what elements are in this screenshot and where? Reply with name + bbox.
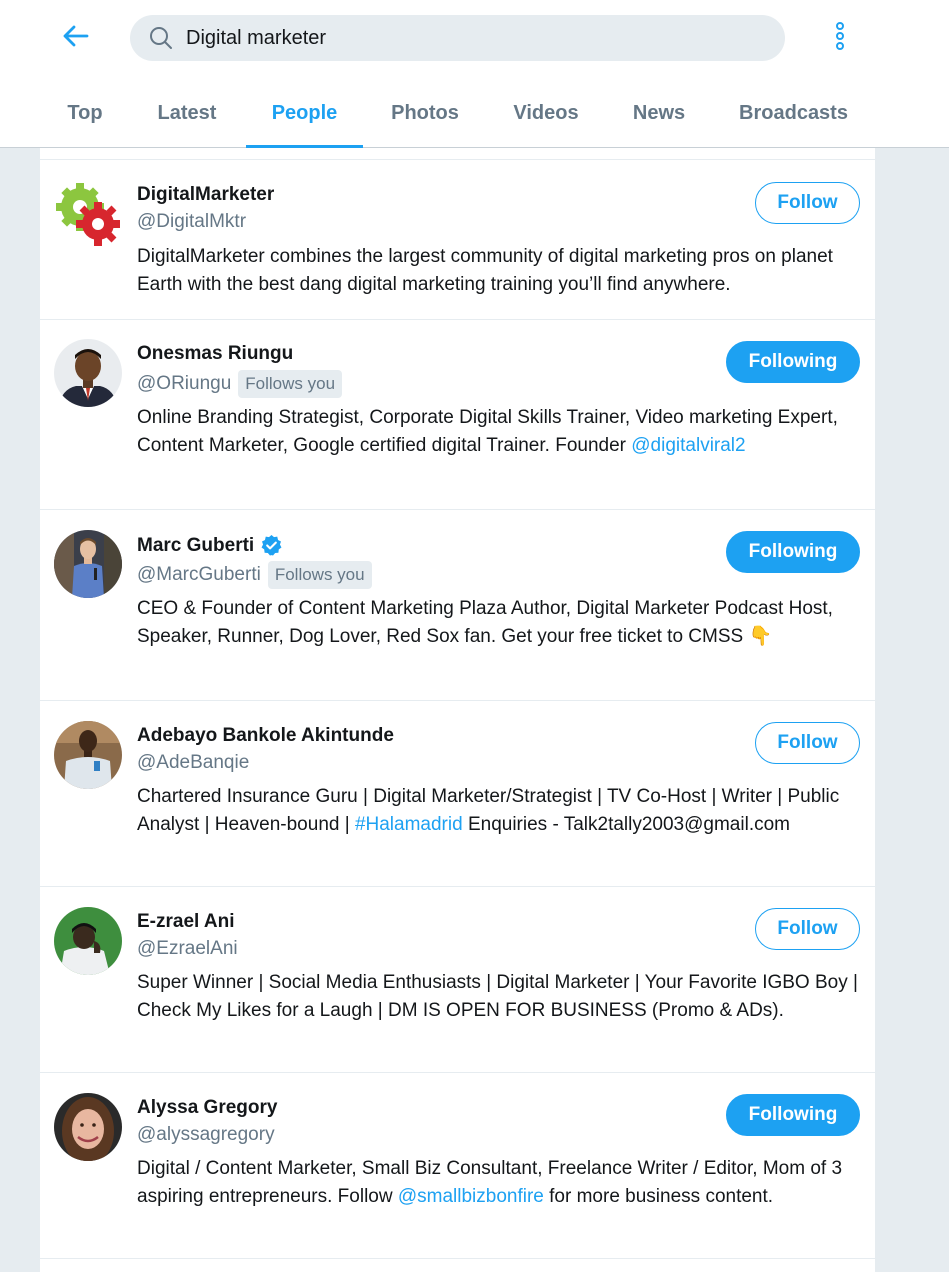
follow-button[interactable]: Follow xyxy=(755,908,860,950)
following-button[interactable]: Following xyxy=(726,1094,860,1136)
user-name[interactable]: Onesmas Riungu xyxy=(137,343,293,365)
user-handle[interactable]: @DigitalMktr xyxy=(137,211,246,233)
hashtag-link[interactable]: #Halamadrid xyxy=(355,814,463,835)
list-item[interactable]: DigitalMarketer @DigitalMktr DigitalMark… xyxy=(40,160,875,320)
user-name-text: Adebayo Bankole Akintunde xyxy=(137,725,394,746)
more-options-button[interactable] xyxy=(826,20,854,56)
tab-latest[interactable]: Latest xyxy=(148,78,226,148)
back-button[interactable] xyxy=(58,22,94,54)
tab-news[interactable]: News xyxy=(624,78,694,148)
bio-text: for more business content. xyxy=(543,1185,774,1207)
bio-text: CEO & Founder of Content Marketing Plaza… xyxy=(137,598,833,647)
user-name[interactable]: Marc Guberti xyxy=(137,534,283,557)
user-bio: Online Branding Strategist, Corporate Di… xyxy=(137,404,865,459)
follows-you-badge: Follows you xyxy=(267,561,372,589)
verified-badge-icon xyxy=(260,534,283,557)
tab-top[interactable]: Top xyxy=(55,78,115,148)
user-handle[interactable]: @EzraelAni xyxy=(137,938,238,960)
user-bio: DigitalMarketer combines the largest com… xyxy=(137,243,865,298)
search-box[interactable] xyxy=(130,15,785,61)
user-name[interactable]: Alyssa Gregory xyxy=(137,1097,277,1119)
mention-link[interactable]: @smallbizbonfire xyxy=(398,1186,544,1207)
tab-photos[interactable]: Photos xyxy=(382,78,468,148)
mention-link[interactable]: @digitalviral2 xyxy=(631,435,745,456)
handle-line: @DigitalMktr xyxy=(137,211,246,233)
user-name[interactable]: DigitalMarketer xyxy=(137,184,274,206)
list-item[interactable]: Alyssa Gregory @alyssagregory Digital / … xyxy=(40,1073,875,1259)
avatar[interactable] xyxy=(54,1093,122,1161)
handle-line: @alyssagregory xyxy=(137,1124,275,1146)
bio-text: Super Winner | Social Media Enthusiasts … xyxy=(137,972,858,1021)
top-bar: Top Latest People Photos Videos News Bro… xyxy=(0,0,949,148)
follows-you-badge: Follows you xyxy=(238,370,343,398)
list-item[interactable]: E-zrael Ani @EzraelAni Super Winner | So… xyxy=(40,887,875,1073)
user-handle[interactable]: @ORiungu xyxy=(137,373,231,395)
avatar[interactable] xyxy=(54,180,122,248)
user-name-text: Alyssa Gregory xyxy=(137,1097,278,1118)
bio-text: Enquiries - Talk2tally2003@gmail.com xyxy=(462,813,790,835)
user-handle[interactable]: @alyssagregory xyxy=(137,1124,275,1146)
tab-videos[interactable]: Videos xyxy=(503,78,589,148)
user-name[interactable]: E-zrael Ani xyxy=(137,911,235,933)
user-name-text: E-zrael Ani xyxy=(137,911,235,932)
search-icon xyxy=(148,25,174,51)
avatar[interactable] xyxy=(54,907,122,975)
search-input[interactable] xyxy=(186,26,746,50)
pointing-down-emoji: 👇 xyxy=(748,625,773,647)
tab-broadcasts[interactable]: Broadcasts xyxy=(730,78,857,148)
avatar[interactable] xyxy=(54,339,122,407)
user-bio: Chartered Insurance Guru | Digital Marke… xyxy=(137,783,865,838)
handle-line: @EzraelAni xyxy=(137,938,238,960)
avatar[interactable] xyxy=(54,721,122,789)
user-name-text: Onesmas Riungu xyxy=(137,343,294,364)
vertical-dots-icon xyxy=(834,21,846,56)
tab-people[interactable]: People xyxy=(246,78,363,148)
list-item[interactable]: Adebayo Bankole Akintunde @AdeBanqie Cha… xyxy=(40,701,875,887)
list-item[interactable]: Onesmas Riungu @ORiungu Follows you Onli… xyxy=(40,320,875,510)
list-item[interactable]: Marc Guberti @MarcGuberti Follows you CE… xyxy=(40,510,875,701)
user-handle[interactable]: @AdeBanqie xyxy=(137,752,249,774)
user-bio: Digital / Content Marketer, Small Biz Co… xyxy=(137,1155,865,1210)
user-name[interactable]: Adebayo Bankole Akintunde xyxy=(137,725,394,747)
handle-line: @AdeBanqie xyxy=(137,752,249,774)
search-tabs: Top Latest People Photos Videos News Bro… xyxy=(0,78,949,148)
follow-button[interactable]: Follow xyxy=(755,182,860,224)
following-button[interactable]: Following xyxy=(726,531,860,573)
user-handle[interactable]: @MarcGuberti xyxy=(137,564,261,586)
user-bio: Super Winner | Social Media Enthusiasts … xyxy=(137,969,865,1024)
handle-line: @ORiungu Follows you xyxy=(137,370,343,398)
avatar[interactable] xyxy=(54,530,122,598)
handle-line: @MarcGuberti Follows you xyxy=(137,561,372,589)
user-bio: CEO & Founder of Content Marketing Plaza… xyxy=(137,595,865,650)
following-button[interactable]: Following xyxy=(726,341,860,383)
follow-button[interactable]: Follow xyxy=(755,722,860,764)
people-list: DigitalMarketer @DigitalMktr DigitalMark… xyxy=(40,148,875,1272)
bio-text: DigitalMarketer combines the largest com… xyxy=(137,246,833,295)
arrow-left-icon xyxy=(63,25,89,52)
list-top-spacer xyxy=(40,148,875,160)
user-name-text: DigitalMarketer xyxy=(137,184,275,205)
user-name-text: Marc Guberti xyxy=(137,534,255,556)
